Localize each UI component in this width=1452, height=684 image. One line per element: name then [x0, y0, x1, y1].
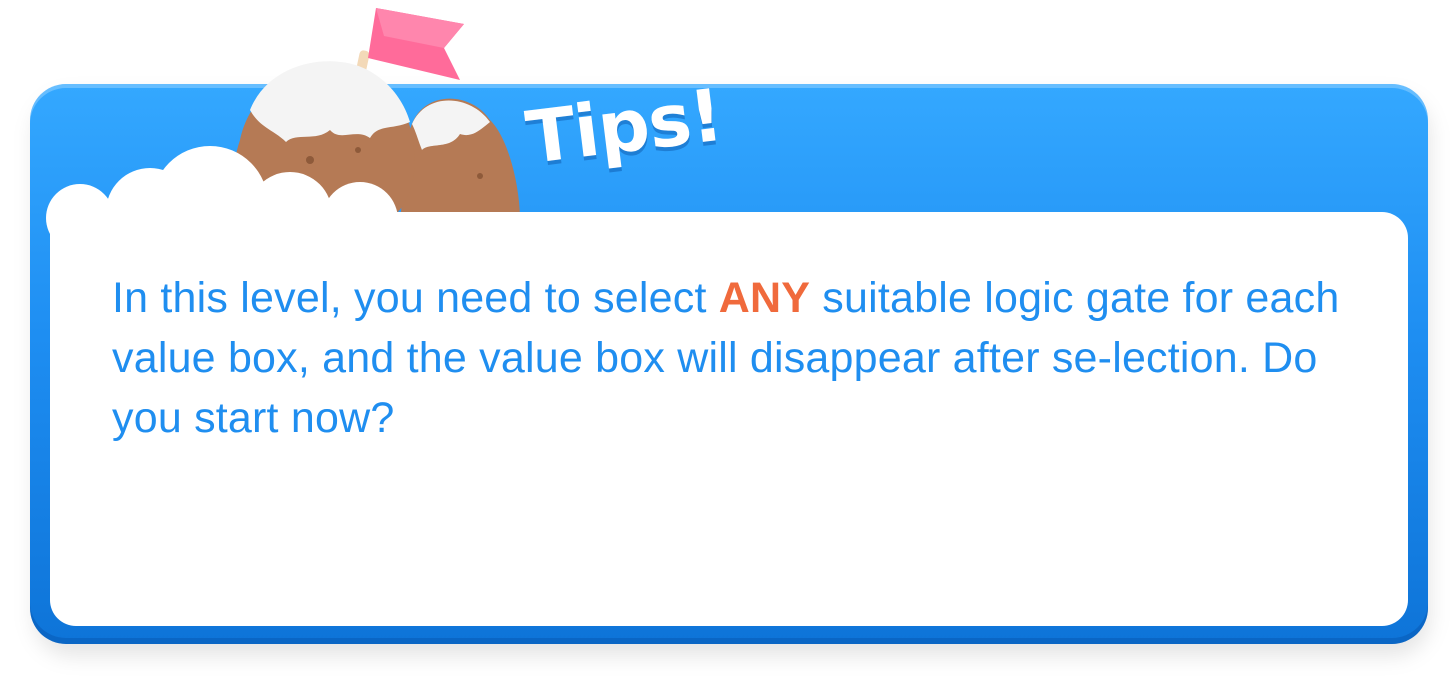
message-highlight: ANY	[718, 274, 811, 322]
message-text-start: In this level, you need to select	[112, 274, 719, 322]
tips-dialog: Tips! In this level, you need to select …	[0, 0, 1452, 684]
dialog-message: In this level, you need to select ANY su…	[112, 268, 1362, 448]
